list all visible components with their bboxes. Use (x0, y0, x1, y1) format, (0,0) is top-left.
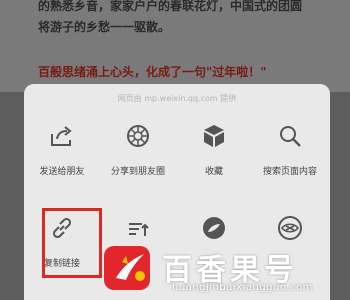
send-to-friend-button[interactable]: 发送给朋友 (24, 116, 100, 177)
watermark-logo (100, 242, 162, 294)
copy-link-highlight-box (42, 208, 102, 278)
item-label: 搜索页面内容 (262, 167, 317, 177)
watermark: 百香果号 huangjinbaixiangguo.com (100, 242, 332, 300)
article-text-line: 的熟悉乡音，家家户户的春联花灯，中国式的团圆 (38, 0, 303, 13)
article-text-line: 将游子的乡愁一一驱散。 (38, 20, 171, 34)
share-to-moments-button[interactable]: 分享到朋友圈 (100, 116, 176, 177)
article-background: 的熟悉乡音，家家户户的春联花灯，中国式的团圆 将游子的乡愁一一驱散。 百般思绪涌… (0, 0, 350, 92)
watermark-url: huangjinbaixiangguo.com (172, 282, 313, 293)
item-label: 收藏 (204, 167, 223, 177)
search-icon (270, 116, 310, 156)
favorite-cube-icon (194, 116, 234, 156)
article-text-line: 百般思绪涌上心头，化成了一句"过年啦！" (38, 65, 267, 79)
item-label: 分享到朋友圈 (110, 167, 165, 177)
favorite-button[interactable]: 收藏 (176, 116, 252, 177)
item-label: 发送给朋友 (39, 167, 85, 177)
share-arrow-icon (42, 116, 82, 156)
search-page-button[interactable]: 搜索页面内容 (252, 116, 328, 177)
moments-icon (118, 116, 158, 156)
source-provider-text: 网页由 mp.weixin.qq.com 提供 (117, 94, 237, 103)
